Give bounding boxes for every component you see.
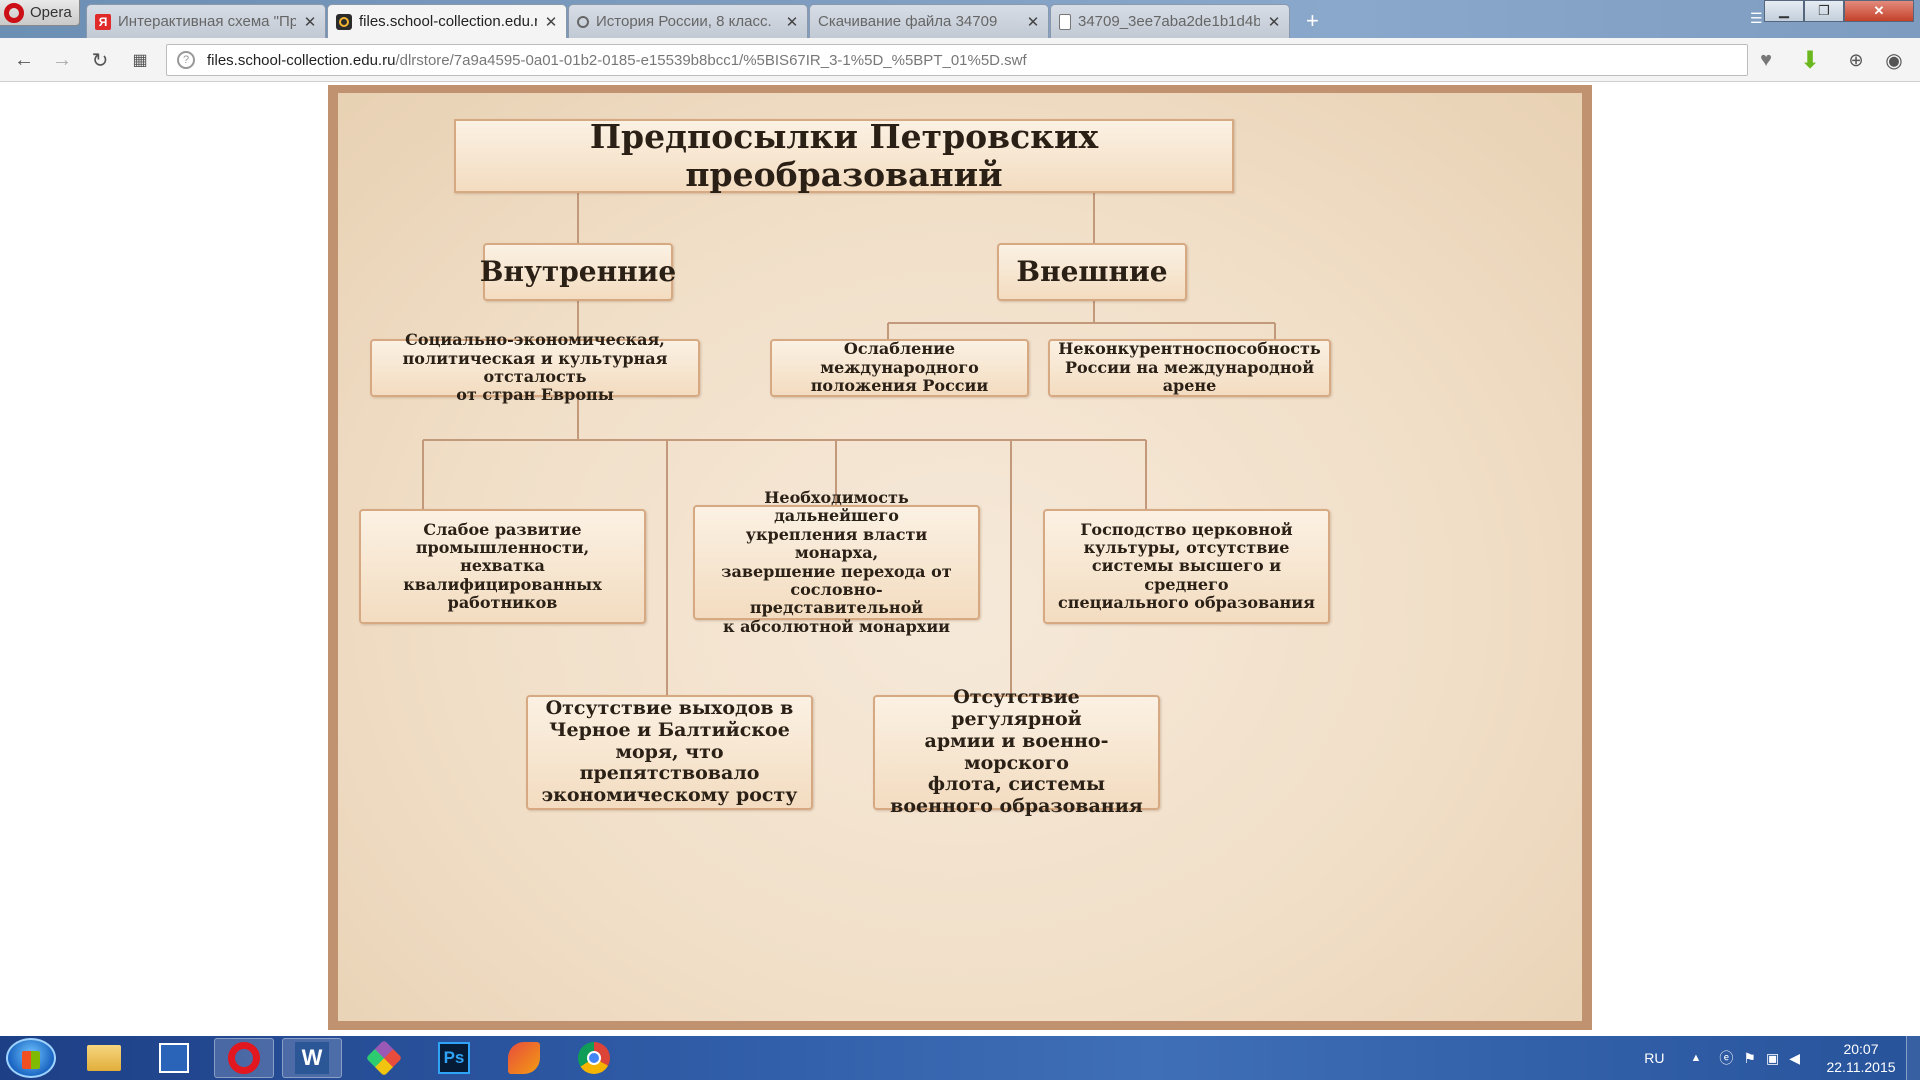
- school-collection-icon: [336, 13, 352, 30]
- window-controls: ▁ ❐ ✕: [1764, 0, 1914, 22]
- tab-label: Скачивание файла 34709: [818, 13, 998, 30]
- flash-frame: Предпосылки Петровских преобразований Вн…: [328, 85, 1592, 1030]
- clock-date: 22.11.2015: [1826, 1059, 1896, 1075]
- opera-menu-label: Opera: [30, 4, 72, 21]
- browser-toolbar: ← → ↻ ▦ ? files.school-collection.edu.ru…: [0, 38, 1920, 82]
- opera-menu-button[interactable]: Opera: [0, 0, 80, 26]
- clock-time: 20:07: [1843, 1041, 1879, 1057]
- no-sea-access-box: Отсутствие выходов в Черное и Балтийское…: [526, 695, 813, 810]
- taskbar-save-app[interactable]: [144, 1038, 204, 1078]
- search-icon: [577, 15, 589, 28]
- monarch-power-box: Необходимость дальнейшего укрепления вла…: [693, 488, 980, 635]
- show-hidden-icons-arrow-icon[interactable]: ▲: [1691, 1052, 1702, 1064]
- photoshop-icon: Ps: [438, 1042, 470, 1074]
- volume-speaker-icon[interactable]: ◀: [1789, 1050, 1800, 1067]
- diagram-slide: Предпосылки Петровских преобразований Вн…: [338, 93, 1582, 1021]
- maximize-button[interactable]: ❐: [1804, 0, 1844, 22]
- tab-download-file[interactable]: Скачивание файла 34709 ✕: [809, 4, 1049, 38]
- address-bar[interactable]: ? files.school-collection.edu.ru/dlrstor…: [166, 44, 1748, 76]
- close-tab-icon[interactable]: ✕: [1267, 13, 1281, 31]
- show-desktop-button[interactable]: [1906, 1036, 1920, 1080]
- yandex-icon: Я: [95, 13, 111, 30]
- back-arrow-icon[interactable]: ←: [12, 48, 36, 72]
- url-text: files.school-collection.edu.ru/dlrstore/…: [207, 52, 1027, 69]
- diagram-title: Предпосылки Петровских преобразований: [454, 118, 1234, 193]
- weak-industry-box: Слабое развитие промышленности, нехватка…: [359, 509, 646, 624]
- page-content: Предпосылки Петровских преобразований Вн…: [0, 83, 1920, 1036]
- speed-dial-grid-icon[interactable]: ▦: [128, 48, 152, 72]
- heart-icon[interactable]: ♥: [1754, 48, 1778, 72]
- taskbar-explorer[interactable]: [74, 1038, 134, 1078]
- start-button[interactable]: [6, 1038, 56, 1078]
- pinwheel-app-icon: [365, 1039, 403, 1077]
- taskbar-paint-app[interactable]: [494, 1038, 554, 1078]
- url-path: /dlrstore/7a9a4595-0a01-01b2-0185-e15539…: [395, 51, 1027, 69]
- word-icon: W: [295, 1042, 329, 1074]
- no-regular-army-box: Отсутствие регулярной армии и военно-мор…: [873, 686, 1160, 817]
- tab-label: Интерактивная схема "Пр: [118, 13, 296, 30]
- network-icon[interactable]: ▣: [1766, 1050, 1779, 1067]
- backwardness-box: Социально-экономическая, политическая и …: [370, 331, 700, 404]
- chrome-icon: [578, 1042, 610, 1074]
- taskbar-chrome[interactable]: [564, 1038, 624, 1078]
- tab-interactive-scheme[interactable]: Я Интерактивная схема "Пр ✕: [86, 4, 326, 38]
- tab-history-russia[interactable]: История России, 8 класс. ✕: [568, 4, 808, 38]
- taskbar-pinwheel-app[interactable]: [354, 1038, 414, 1078]
- download-arrow-icon[interactable]: ⬇: [1798, 47, 1822, 74]
- external-heading: Внешние: [997, 243, 1187, 301]
- taskbar-photoshop[interactable]: Ps: [424, 1038, 484, 1078]
- language-indicator[interactable]: RU: [1644, 1050, 1664, 1066]
- system-tray: RU ▲ ⓔ ⚑ ▣ ◀ 20:07 22.11.2015: [1644, 1036, 1920, 1080]
- downloads-icon[interactable]: ⊕: [1844, 48, 1868, 72]
- tab-strip: Я Интерактивная схема "Пр ✕ files.school…: [86, 4, 1291, 38]
- floppy-disk-icon: [159, 1043, 189, 1073]
- weakening-position-box: Ослабление международного положения Росс…: [770, 339, 1029, 397]
- clock[interactable]: 20:07 22.11.2015: [1816, 1040, 1906, 1076]
- windows-taskbar: W Ps RU ▲ ⓔ ⚑ ▣ ◀ 20:07 22.11.2015: [0, 1036, 1920, 1080]
- minimize-button[interactable]: ▁: [1764, 0, 1804, 22]
- tab-school-collection[interactable]: files.school-collection.edu.r ✕: [327, 4, 567, 38]
- opera-logo-icon: [4, 2, 24, 23]
- url-host: files.school-collection.edu.ru: [207, 51, 396, 69]
- close-tab-icon[interactable]: ✕: [544, 13, 558, 31]
- document-icon: [1059, 13, 1071, 30]
- taskbar-word[interactable]: W: [282, 1038, 342, 1078]
- tab-swf-file[interactable]: 34709_3ee7aba2de1b1d4b ✕: [1050, 4, 1290, 38]
- internal-heading: Внутренние: [480, 243, 676, 301]
- account-icon[interactable]: ◉: [1882, 48, 1906, 72]
- folder-icon: [87, 1045, 121, 1071]
- paint-app-icon: [508, 1042, 540, 1074]
- tab-label: 34709_3ee7aba2de1b1d4b: [1078, 13, 1260, 30]
- action-center-flag-icon[interactable]: ⚑: [1743, 1050, 1756, 1067]
- opera-icon: [228, 1042, 260, 1074]
- tab-label: files.school-collection.edu.r: [359, 13, 537, 30]
- tab-label: История России, 8 класс.: [596, 13, 772, 30]
- close-tab-icon[interactable]: ✕: [785, 13, 799, 31]
- reload-icon[interactable]: ↻: [88, 48, 112, 72]
- browser-title-bar: Opera Я Интерактивная схема "Пр ✕ files.…: [0, 0, 1920, 38]
- close-tab-icon[interactable]: ✕: [1026, 13, 1040, 31]
- church-culture-box: Господство церковной культуры, отсутстви…: [1043, 509, 1330, 624]
- taskbar-opera[interactable]: [214, 1038, 274, 1078]
- close-tab-icon[interactable]: ✕: [303, 13, 317, 31]
- site-info-icon[interactable]: ?: [177, 51, 195, 69]
- close-window-button[interactable]: ✕: [1844, 0, 1914, 22]
- uncompetitive-box: Неконкурентноспособность России на между…: [1048, 339, 1331, 397]
- new-tab-button[interactable]: +: [1306, 8, 1319, 34]
- tray-app-icon[interactable]: ⓔ: [1719, 1048, 1733, 1068]
- forward-arrow-icon[interactable]: →: [50, 48, 74, 72]
